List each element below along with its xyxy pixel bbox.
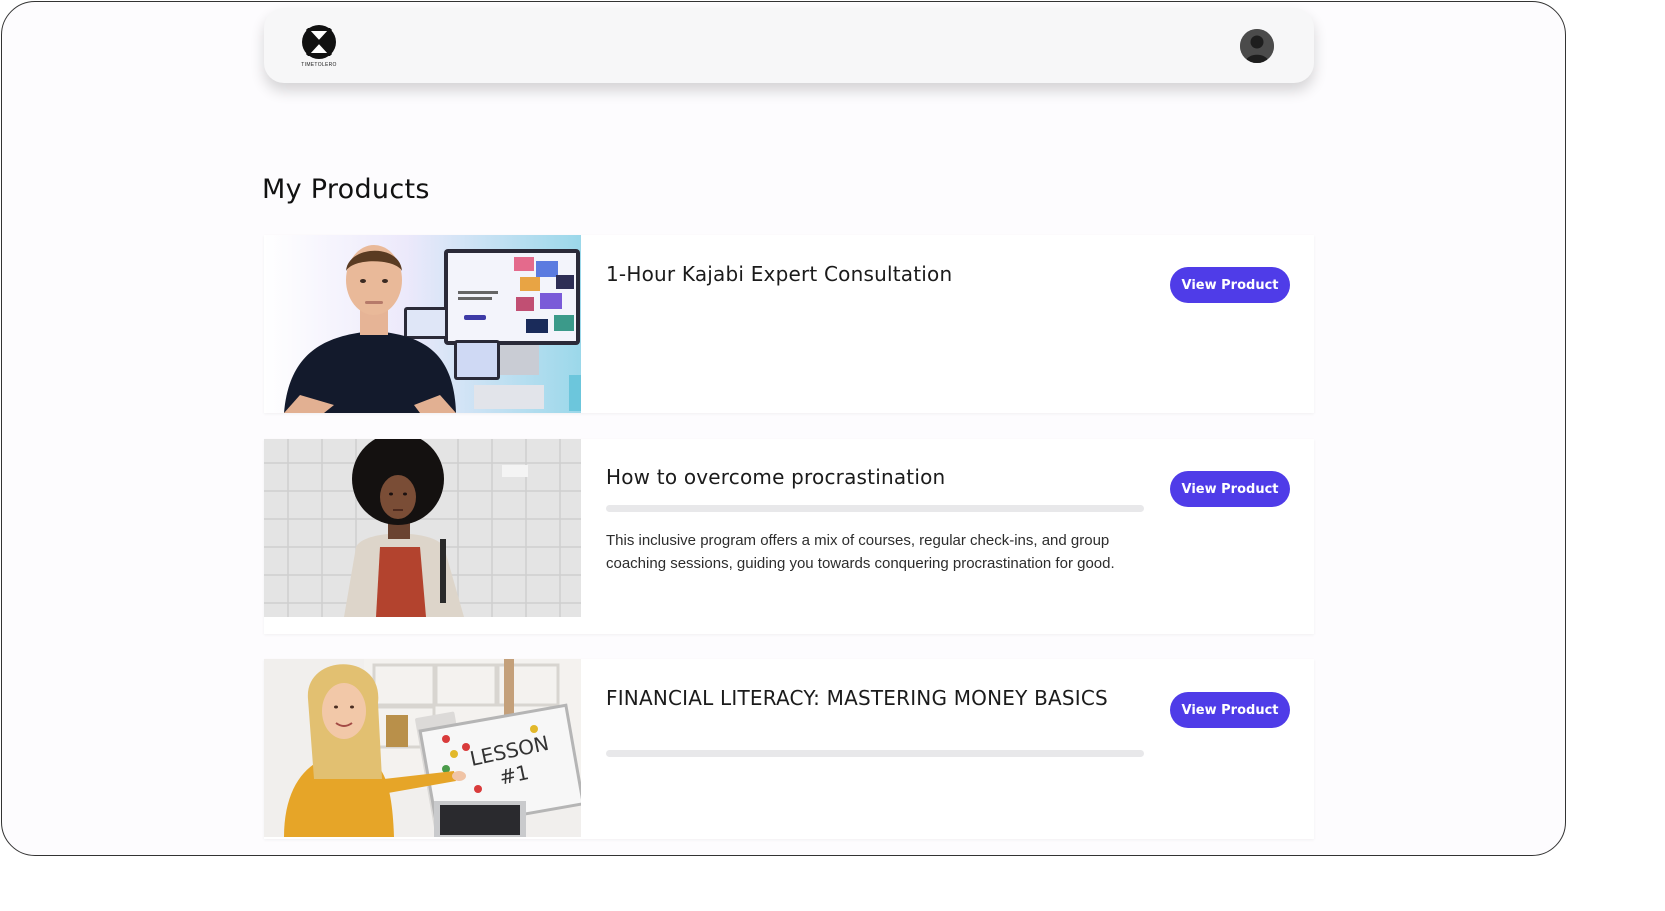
view-product-button[interactable]: View Product [1170, 471, 1290, 507]
page-title: My Products [262, 174, 430, 205]
view-product-button[interactable]: View Product [1170, 692, 1290, 728]
browser-frame: TIMETOLERO My Products 1-Hour Kajabi Exp… [1, 1, 1566, 856]
product-description: This inclusive program offers a mix of c… [606, 532, 1115, 572]
product-title[interactable]: How to overcome procrastination [606, 465, 1136, 490]
product-thumbnail[interactable] [264, 439, 581, 617]
product-thumbnail[interactable]: LESSON #1 [264, 659, 581, 837]
product-card-kajabi-consultation: 1-Hour Kajabi Expert Consultation View P… [264, 235, 1314, 413]
product-title[interactable]: 1-Hour Kajabi Expert Consultation [606, 262, 1136, 287]
product-card-financial-literacy: LESSON #1 FINANCIAL LITERACY: MASTERING … [264, 659, 1314, 839]
hourglass-x-logo-icon [302, 25, 336, 59]
product-image-woman-tiles [264, 439, 581, 617]
product-image-man-computers [264, 235, 581, 413]
progress-bar [606, 750, 1144, 757]
product-card-procrastination: How to overcome procrastination This inc… [264, 439, 1314, 634]
view-product-button[interactable]: View Product [1170, 267, 1290, 303]
person-silhouette-icon [1240, 29, 1274, 63]
brand-logo[interactable]: TIMETOLERO [296, 23, 342, 69]
top-navbar: TIMETOLERO [264, 8, 1314, 83]
product-image-woman-whiteboard: LESSON #1 [264, 659, 581, 837]
progress-bar [606, 505, 1144, 512]
user-avatar-icon[interactable] [1240, 29, 1274, 63]
product-thumbnail[interactable] [264, 235, 581, 413]
brand-logo-text: TIMETOLERO [301, 62, 337, 68]
product-title[interactable]: FINANCIAL LITERACY: MASTERING MONEY BASI… [606, 686, 1136, 711]
